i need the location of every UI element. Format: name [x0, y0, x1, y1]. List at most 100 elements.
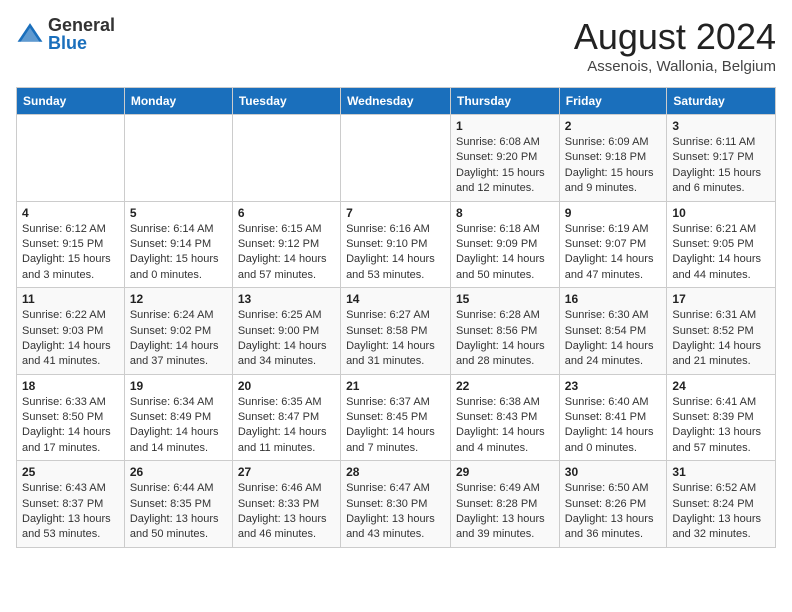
week-row-1: 4Sunrise: 6:12 AM Sunset: 9:15 PM Daylig… — [17, 201, 776, 288]
day-info: Sunrise: 6:38 AM Sunset: 8:43 PM Dayligh… — [456, 395, 554, 457]
day-cell: 2 Sunrise: 6:09 AM Sunset: 9:18 PM Daylig… — [559, 115, 667, 202]
day-number: 27 — [238, 465, 335, 479]
day-info: Sunrise: 6:43 AM Sunset: 8:37 PM Dayligh… — [22, 481, 119, 543]
day-number: 30 — [565, 465, 662, 479]
day-cell — [124, 115, 232, 202]
day-cell: 5Sunrise: 6:14 AM Sunset: 9:14 PM Daylig… — [124, 201, 232, 288]
day-info: Sunrise: 6:33 AM Sunset: 8:50 PM Dayligh… — [22, 395, 119, 457]
day-cell: 10Sunrise: 6:21 AM Sunset: 9:05 PM Dayli… — [667, 201, 776, 288]
day-number: 18 — [22, 379, 119, 393]
day-info: Sunrise: 6:46 AM Sunset: 8:33 PM Dayligh… — [238, 481, 335, 543]
day-info: Sunrise: 6:47 AM Sunset: 8:30 PM Dayligh… — [346, 481, 445, 543]
day-cell: 22 Sunrise: 6:38 AM Sunset: 8:43 PM Dayli… — [451, 374, 560, 461]
day-info: Sunrise: 6:41 AM Sunset: 8:39 PM Dayligh… — [672, 395, 770, 457]
logo-blue-label: Blue — [48, 34, 115, 52]
column-header-saturday: Saturday — [667, 88, 776, 115]
day-cell: 4Sunrise: 6:12 AM Sunset: 9:15 PM Daylig… — [17, 201, 125, 288]
day-info: Sunrise: 6:21 AM Sunset: 9:05 PM Dayligh… — [672, 222, 770, 284]
day-info: Sunrise: 6:44 AM Sunset: 8:35 PM Dayligh… — [130, 481, 227, 543]
column-header-wednesday: Wednesday — [341, 88, 451, 115]
day-cell: 26Sunrise: 6:44 AM Sunset: 8:35 PM Dayli… — [124, 461, 232, 548]
column-header-thursday: Thursday — [451, 88, 560, 115]
day-cell: 16Sunrise: 6:30 AM Sunset: 8:54 PM Dayli… — [559, 288, 667, 375]
day-cell: 9 Sunrise: 6:19 AM Sunset: 9:07 PM Daylig… — [559, 201, 667, 288]
day-number: 24 — [672, 379, 770, 393]
day-cell: 13Sunrise: 6:25 AM Sunset: 9:00 PM Dayli… — [232, 288, 340, 375]
day-info: Sunrise: 6:18 AM Sunset: 9:09 PM Dayligh… — [456, 222, 554, 284]
day-number: 23 — [565, 379, 662, 393]
logo-icon — [16, 20, 44, 48]
day-number: 17 — [672, 292, 770, 306]
day-cell: 3 Sunrise: 6:11 AM Sunset: 9:17 PM Daylig… — [667, 115, 776, 202]
day-number: 25 — [22, 465, 119, 479]
day-info: Sunrise: 6:11 AM Sunset: 9:17 PM Dayligh… — [672, 135, 770, 197]
day-number: 15 — [456, 292, 554, 306]
logo: General Blue — [16, 16, 115, 52]
day-info: Sunrise: 6:25 AM Sunset: 9:00 PM Dayligh… — [238, 308, 335, 370]
day-info: Sunrise: 6:49 AM Sunset: 8:28 PM Dayligh… — [456, 481, 554, 543]
day-cell: 17 Sunrise: 6:31 AM Sunset: 8:52 PM Dayli… — [667, 288, 776, 375]
day-cell: 1 Sunrise: 6:08 AM Sunset: 9:20 PM Daylig… — [451, 115, 560, 202]
column-header-monday: Monday — [124, 88, 232, 115]
day-cell — [341, 115, 451, 202]
week-row-0: 1 Sunrise: 6:08 AM Sunset: 9:20 PM Daylig… — [17, 115, 776, 202]
column-header-tuesday: Tuesday — [232, 88, 340, 115]
day-info: Sunrise: 6:28 AM Sunset: 8:56 PM Dayligh… — [456, 308, 554, 370]
day-number: 3 — [672, 119, 770, 133]
day-cell — [17, 115, 125, 202]
day-cell: 6Sunrise: 6:15 AM Sunset: 9:12 PM Daylig… — [232, 201, 340, 288]
day-info: Sunrise: 6:09 AM Sunset: 9:18 PM Dayligh… — [565, 135, 662, 197]
day-info: Sunrise: 6:50 AM Sunset: 8:26 PM Dayligh… — [565, 481, 662, 543]
calendar-header-row: SundayMondayTuesdayWednesdayThursdayFrid… — [17, 88, 776, 115]
day-cell: 24 Sunrise: 6:41 AM Sunset: 8:39 PM Dayli… — [667, 374, 776, 461]
day-number: 9 — [565, 206, 662, 220]
logo-text: General Blue — [48, 16, 115, 52]
week-row-2: 11Sunrise: 6:22 AM Sunset: 9:03 PM Dayli… — [17, 288, 776, 375]
day-number: 19 — [130, 379, 227, 393]
day-info: Sunrise: 6:24 AM Sunset: 9:02 PM Dayligh… — [130, 308, 227, 370]
column-header-friday: Friday — [559, 88, 667, 115]
day-number: 12 — [130, 292, 227, 306]
day-cell: 30 Sunrise: 6:50 AM Sunset: 8:26 PM Dayli… — [559, 461, 667, 548]
day-cell: 27 Sunrise: 6:46 AM Sunset: 8:33 PM Dayli… — [232, 461, 340, 548]
day-cell: 19 Sunrise: 6:34 AM Sunset: 8:49 PM Dayli… — [124, 374, 232, 461]
day-cell: 18 Sunrise: 6:33 AM Sunset: 8:50 PM Dayli… — [17, 374, 125, 461]
day-number: 1 — [456, 119, 554, 133]
day-info: Sunrise: 6:31 AM Sunset: 8:52 PM Dayligh… — [672, 308, 770, 370]
day-info: Sunrise: 6:08 AM Sunset: 9:20 PM Dayligh… — [456, 135, 554, 197]
day-info: Sunrise: 6:19 AM Sunset: 9:07 PM Dayligh… — [565, 222, 662, 284]
column-header-sunday: Sunday — [17, 88, 125, 115]
day-number: 5 — [130, 206, 227, 220]
day-number: 11 — [22, 292, 119, 306]
calendar-body: 1 Sunrise: 6:08 AM Sunset: 9:20 PM Daylig… — [17, 115, 776, 548]
day-number: 2 — [565, 119, 662, 133]
day-info: Sunrise: 6:34 AM Sunset: 8:49 PM Dayligh… — [130, 395, 227, 457]
day-cell: 15 Sunrise: 6:28 AM Sunset: 8:56 PM Dayli… — [451, 288, 560, 375]
day-cell: 20Sunrise: 6:35 AM Sunset: 8:47 PM Dayli… — [232, 374, 340, 461]
day-number: 14 — [346, 292, 445, 306]
day-cell: 29 Sunrise: 6:49 AM Sunset: 8:28 PM Dayli… — [451, 461, 560, 548]
day-info: Sunrise: 6:30 AM Sunset: 8:54 PM Dayligh… — [565, 308, 662, 370]
day-number: 29 — [456, 465, 554, 479]
month-year: August 2024 — [574, 16, 776, 58]
week-row-3: 18 Sunrise: 6:33 AM Sunset: 8:50 PM Dayli… — [17, 374, 776, 461]
day-info: Sunrise: 6:16 AM Sunset: 9:10 PM Dayligh… — [346, 222, 445, 284]
calendar-table: SundayMondayTuesdayWednesdayThursdayFrid… — [16, 87, 776, 548]
week-row-4: 25 Sunrise: 6:43 AM Sunset: 8:37 PM Dayli… — [17, 461, 776, 548]
day-number: 20 — [238, 379, 335, 393]
day-number: 21 — [346, 379, 445, 393]
title-area: August 2024 Assenois, Wallonia, Belgium — [574, 16, 776, 75]
location: Assenois, Wallonia, Belgium — [574, 58, 776, 75]
day-cell — [232, 115, 340, 202]
day-info: Sunrise: 6:27 AM Sunset: 8:58 PM Dayligh… — [346, 308, 445, 370]
logo-general-label: General — [48, 16, 115, 34]
day-number: 22 — [456, 379, 554, 393]
day-number: 8 — [456, 206, 554, 220]
day-cell: 7Sunrise: 6:16 AM Sunset: 9:10 PM Daylig… — [341, 201, 451, 288]
day-cell: 8 Sunrise: 6:18 AM Sunset: 9:09 PM Daylig… — [451, 201, 560, 288]
day-info: Sunrise: 6:37 AM Sunset: 8:45 PM Dayligh… — [346, 395, 445, 457]
day-number: 31 — [672, 465, 770, 479]
day-number: 6 — [238, 206, 335, 220]
day-cell: 14 Sunrise: 6:27 AM Sunset: 8:58 PM Dayli… — [341, 288, 451, 375]
day-cell: 25 Sunrise: 6:43 AM Sunset: 8:37 PM Dayli… — [17, 461, 125, 548]
